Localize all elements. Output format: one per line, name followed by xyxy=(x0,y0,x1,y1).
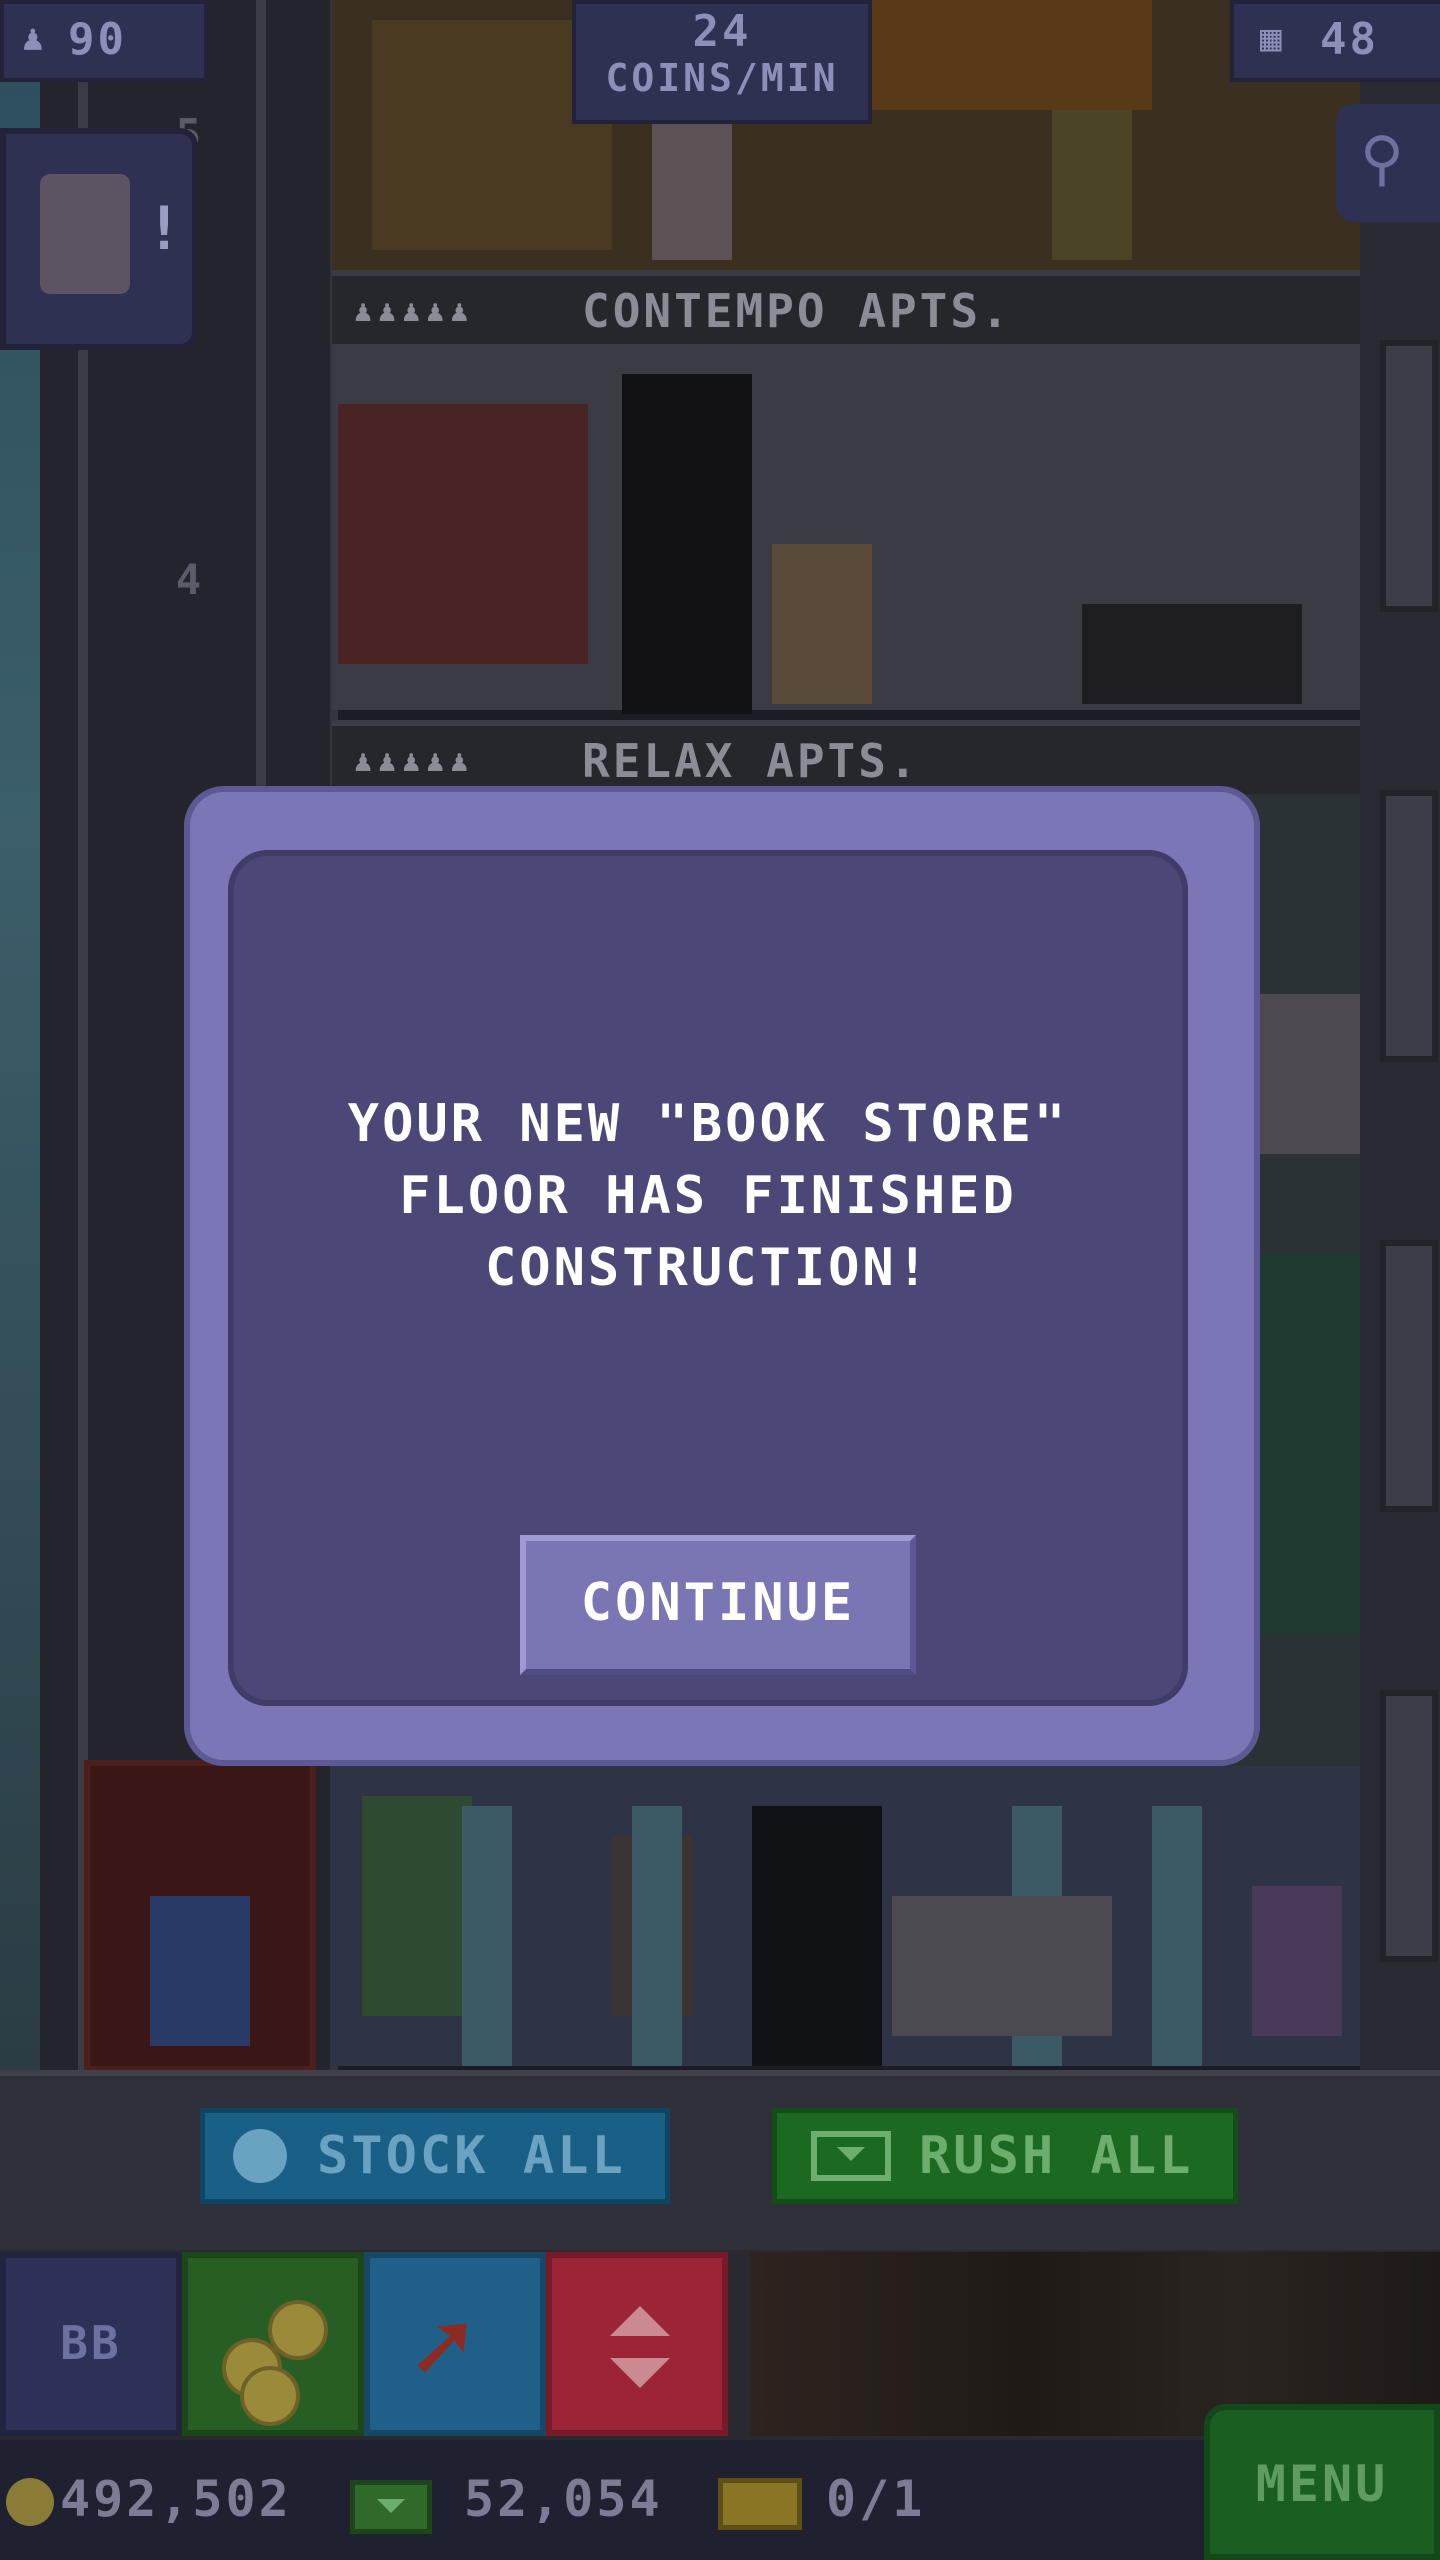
dialog-message: YOUR NEW "BOOK STORE" FLOOR HAS FINISHED… xyxy=(228,1088,1188,1304)
dialog-message-line: CONSTRUCTION! xyxy=(485,1238,931,1298)
dialog-message-line: YOUR NEW "BOOK STORE" xyxy=(347,1094,1069,1154)
dialog-message-line: FLOOR HAS FINISHED xyxy=(399,1166,1017,1226)
continue-button[interactable]: CONTINUE xyxy=(520,1535,916,1675)
